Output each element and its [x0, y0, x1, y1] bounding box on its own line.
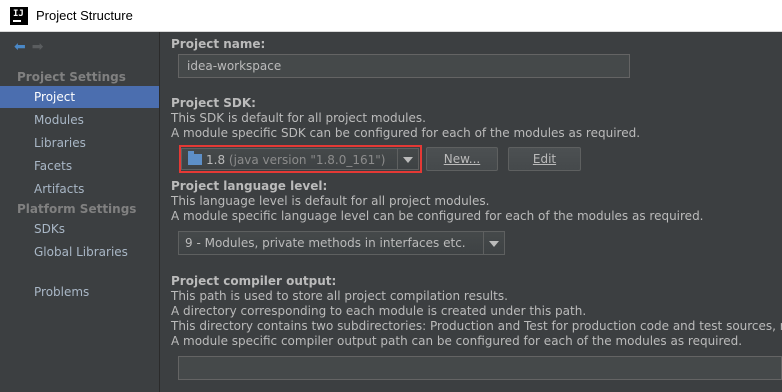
language-level-select[interactable]: 9 - Modules, private methods in interfac…: [178, 231, 505, 255]
compiler-output-input[interactable]: [178, 356, 782, 380]
compiler-output-desc-3: This directory contains two subdirectori…: [171, 319, 782, 333]
sidebar-item-sdks[interactable]: SDKs: [0, 218, 159, 240]
combo-separator: [483, 232, 484, 254]
sidebar-item-global-libraries[interactable]: Global Libraries: [0, 241, 159, 263]
compiler-output-desc-2: A directory corresponding to each module…: [171, 304, 587, 318]
project-name-label: Project name:: [171, 37, 266, 51]
compiler-output-label: Project compiler output:: [171, 274, 337, 288]
sidebar-item-artifacts[interactable]: Artifacts: [0, 178, 159, 200]
sidebar: ⬅ ➡ Project Settings Project Modules Libr…: [0, 32, 160, 392]
project-sdk-desc-1: This SDK is default for all project modu…: [171, 111, 426, 125]
platform-settings-header: Platform Settings: [17, 202, 137, 216]
sidebar-item-project[interactable]: Project: [0, 86, 159, 108]
project-name-input[interactable]: [178, 54, 630, 78]
sidebar-item-modules[interactable]: Modules: [0, 109, 159, 131]
language-level-desc-2: A module specific language level can be …: [171, 209, 704, 223]
window-title: Project Structure: [36, 8, 133, 23]
compiler-output-desc-4: A module specific compiler output path c…: [171, 334, 743, 348]
intellij-app-icon: IJ: [10, 7, 28, 25]
sidebar-item-libraries[interactable]: Libraries: [0, 132, 159, 154]
edit-sdk-button[interactable]: Edit: [508, 147, 581, 171]
new-sdk-button-label: New...: [443, 152, 481, 166]
back-arrow-icon[interactable]: ⬅: [14, 40, 26, 54]
new-sdk-button[interactable]: New...: [426, 147, 498, 171]
language-level-label: Project language level:: [171, 179, 328, 193]
project-sdk-desc-2: A module specific SDK can be configured …: [171, 126, 641, 140]
sdk-highlight-box: [179, 145, 422, 173]
project-settings-header: Project Settings: [17, 70, 126, 84]
title-bar: IJ Project Structure: [0, 0, 782, 32]
project-sdk-label: Project SDK:: [171, 96, 256, 110]
chevron-down-icon[interactable]: [489, 241, 499, 247]
sidebar-item-problems[interactable]: Problems: [0, 281, 159, 303]
edit-sdk-button-label: Edit: [532, 152, 557, 166]
main-panel: Project name: Project SDK: This SDK is d…: [160, 32, 782, 392]
nav-arrows: ⬅ ➡: [14, 40, 49, 56]
forward-arrow-icon[interactable]: ➡: [32, 40, 44, 54]
compiler-output-desc-1: This path is used to store all project c…: [171, 289, 508, 303]
language-level-value: 9 - Modules, private methods in interfac…: [185, 236, 466, 250]
sidebar-item-facets[interactable]: Facets: [0, 155, 159, 177]
language-level-desc-1: This language level is default for all p…: [171, 194, 490, 208]
